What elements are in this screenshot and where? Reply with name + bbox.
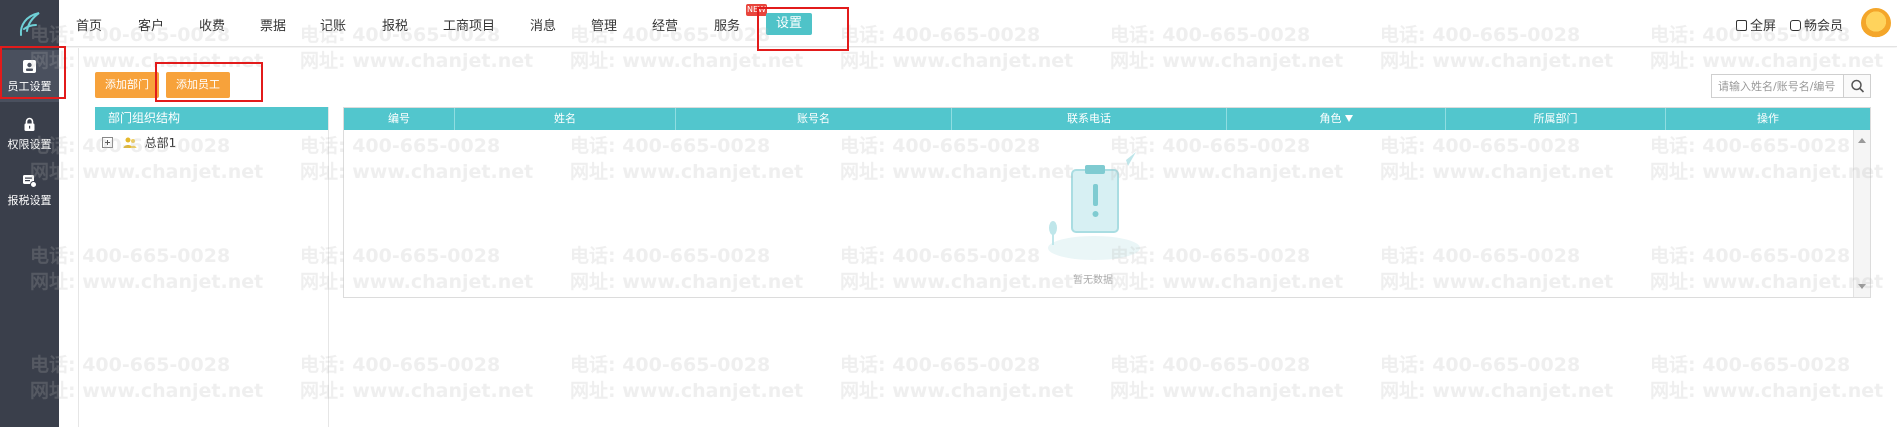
nav-item-tax-filing[interactable]: 报税 bbox=[382, 15, 408, 34]
expand-icon[interactable] bbox=[102, 137, 113, 148]
department-tree-panel: 部门组织结构 总部1 bbox=[95, 107, 329, 427]
rail-item-label: 报税设置 bbox=[7, 194, 52, 207]
nav-item-operations[interactable]: 经营 bbox=[652, 15, 678, 34]
rail-item-tax-settings[interactable]: 报税设置 bbox=[0, 164, 59, 216]
nav-item-business-projects[interactable]: 工商项目 bbox=[443, 15, 495, 34]
rail-item-label: 权限设置 bbox=[7, 138, 52, 151]
vertical-scrollbar[interactable] bbox=[1853, 130, 1870, 297]
content-divider bbox=[78, 48, 79, 427]
search-icon bbox=[1851, 79, 1865, 93]
fullscreen-button[interactable]: 全屏 bbox=[1736, 15, 1776, 34]
nav-item-settings[interactable]: 设置 bbox=[766, 13, 813, 35]
add-employee-button[interactable]: 添加员工 bbox=[166, 72, 230, 98]
nav-item-messages[interactable]: 消息 bbox=[530, 15, 556, 34]
column-header-role[interactable]: 角色 bbox=[1227, 108, 1446, 130]
column-header-actions[interactable]: 操作 bbox=[1666, 108, 1870, 130]
employee-card-icon bbox=[23, 60, 36, 73]
empty-state-text: 暂无数据 bbox=[1073, 275, 1113, 286]
new-badge: NEW bbox=[746, 4, 767, 16]
nav-item-customers[interactable]: 客户 bbox=[138, 15, 164, 34]
app-window: 员工设置 权限设置 报税设置 首页 客户 收费 票据 记账 报税 工商项目 消息… bbox=[0, 0, 1897, 427]
tree-node-label: 总部1 bbox=[144, 136, 177, 150]
org-users-icon bbox=[123, 137, 137, 148]
nav-item-services[interactable]: 服务 bbox=[714, 15, 740, 34]
rail-item-label: 员工设置 bbox=[7, 80, 52, 93]
scroll-down-icon[interactable] bbox=[1858, 284, 1866, 289]
empty-clipboard-icon bbox=[1048, 152, 1140, 260]
play-icon bbox=[1790, 20, 1801, 31]
column-header-name[interactable]: 姓名 bbox=[455, 108, 676, 130]
grid-header: 编号 姓名 账号名 联系电话 角色 所属部门 操作 bbox=[344, 108, 1870, 130]
nav-item-invoices[interactable]: 票据 bbox=[260, 15, 286, 34]
member-label: 畅会员 bbox=[1804, 19, 1844, 34]
tax-settings-icon bbox=[23, 175, 37, 188]
column-header-phone[interactable]: 联系电话 bbox=[952, 108, 1227, 130]
search-input[interactable] bbox=[1712, 75, 1843, 97]
logo-icon bbox=[19, 12, 40, 36]
add-department-button[interactable]: 添加部门 bbox=[95, 72, 159, 98]
rail-item-employee-settings[interactable]: 员工设置 bbox=[0, 50, 59, 102]
nav-item-management[interactable]: 管理 bbox=[591, 15, 617, 34]
scroll-up-icon[interactable] bbox=[1858, 138, 1866, 143]
nav-item-home[interactable]: 首页 bbox=[76, 15, 102, 34]
nav-item-bookkeeping[interactable]: 记账 bbox=[320, 15, 346, 34]
tree-node[interactable]: 总部1 bbox=[102, 135, 176, 151]
left-rail: 员工设置 权限设置 报税设置 bbox=[0, 0, 59, 427]
nav-item-charges[interactable]: 收费 bbox=[199, 15, 225, 34]
tree-header: 部门组织结构 bbox=[95, 107, 328, 130]
member-button[interactable]: 畅会员 bbox=[1790, 15, 1843, 34]
search-button[interactable] bbox=[1843, 75, 1870, 97]
column-header-account[interactable]: 账号名 bbox=[676, 108, 952, 130]
column-header-department[interactable]: 所属部门 bbox=[1446, 108, 1666, 130]
fullscreen-label: 全屏 bbox=[1750, 19, 1777, 34]
employee-search bbox=[1711, 74, 1871, 98]
rail-item-permission-settings[interactable]: 权限设置 bbox=[0, 108, 59, 160]
lock-icon bbox=[24, 117, 35, 131]
avatar[interactable] bbox=[1861, 8, 1891, 38]
fullscreen-icon bbox=[1736, 20, 1747, 31]
column-header-id[interactable]: 编号 bbox=[344, 108, 455, 130]
filter-icon[interactable] bbox=[1344, 115, 1353, 122]
